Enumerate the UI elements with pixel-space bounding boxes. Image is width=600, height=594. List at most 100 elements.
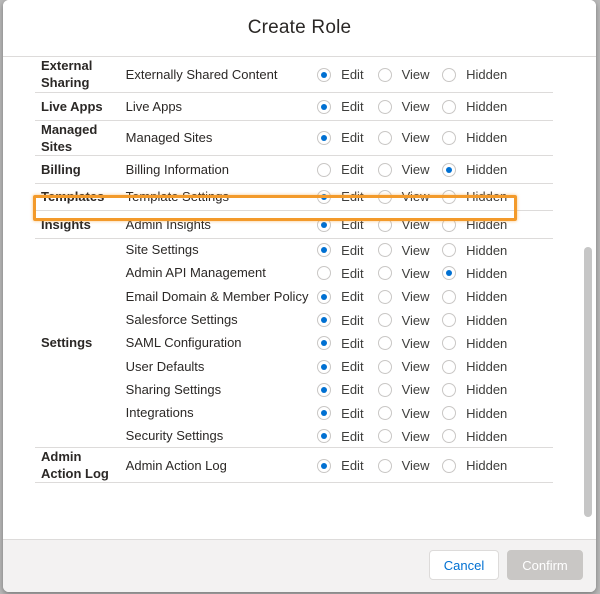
- view-radio[interactable]: [377, 289, 392, 304]
- edit-radio[interactable]: [317, 131, 332, 146]
- view-option[interactable]: View: [377, 210, 443, 239]
- view-option[interactable]: View: [377, 331, 442, 354]
- edit-option[interactable]: Edit: [317, 354, 377, 377]
- edit-radio[interactable]: [317, 266, 332, 281]
- view-radio[interactable]: [377, 458, 392, 473]
- edit-option[interactable]: Edit: [317, 261, 377, 284]
- edit-radio[interactable]: [317, 289, 332, 304]
- edit-option[interactable]: Edit: [317, 183, 378, 211]
- view-radio[interactable]: [377, 359, 392, 374]
- view-radio[interactable]: [377, 131, 392, 146]
- edit-radio[interactable]: [317, 429, 332, 444]
- view-radio[interactable]: [377, 406, 392, 421]
- hidden-option[interactable]: Hidden: [442, 447, 553, 484]
- edit-radio[interactable]: [317, 458, 332, 473]
- view-option[interactable]: View: [377, 447, 443, 484]
- hidden-option[interactable]: Hidden: [442, 120, 553, 156]
- hidden-option[interactable]: Hidden: [442, 155, 553, 184]
- view-option[interactable]: View: [377, 238, 442, 261]
- hidden-option[interactable]: Hidden: [442, 183, 553, 211]
- hidden-radio[interactable]: [442, 359, 457, 374]
- view-radio[interactable]: [377, 190, 392, 205]
- view-option[interactable]: View: [377, 424, 443, 449]
- view-option[interactable]: View: [377, 155, 443, 184]
- view-option[interactable]: View: [377, 261, 442, 284]
- hidden-radio[interactable]: [442, 99, 457, 114]
- edit-option[interactable]: Edit: [317, 331, 377, 354]
- cancel-button[interactable]: Cancel: [429, 550, 499, 580]
- scrollbar[interactable]: [584, 57, 592, 540]
- edit-option[interactable]: Edit: [317, 401, 377, 424]
- hidden-radio[interactable]: [442, 162, 457, 177]
- edit-option[interactable]: Edit: [317, 120, 378, 156]
- edit-option[interactable]: Edit: [317, 285, 377, 308]
- view-radio[interactable]: [377, 99, 392, 114]
- edit-radio[interactable]: [317, 243, 332, 258]
- view-option[interactable]: View: [377, 57, 443, 93]
- hidden-option[interactable]: Hidden: [442, 354, 553, 377]
- view-option[interactable]: View: [377, 285, 442, 308]
- view-radio[interactable]: [377, 382, 392, 397]
- edit-radio[interactable]: [317, 217, 332, 232]
- edit-option[interactable]: Edit: [317, 424, 378, 449]
- view-option[interactable]: View: [377, 308, 442, 331]
- view-option[interactable]: View: [377, 183, 443, 211]
- view-radio[interactable]: [377, 217, 392, 232]
- view-radio[interactable]: [377, 67, 392, 82]
- view-radio[interactable]: [377, 336, 392, 351]
- hidden-option[interactable]: Hidden: [442, 331, 553, 354]
- view-option[interactable]: View: [377, 92, 443, 121]
- edit-radio[interactable]: [317, 406, 332, 421]
- edit-option[interactable]: Edit: [317, 447, 378, 484]
- scrollbar-thumb[interactable]: [584, 247, 592, 517]
- edit-radio[interactable]: [317, 67, 332, 82]
- edit-option[interactable]: Edit: [317, 210, 378, 239]
- edit-option[interactable]: Edit: [317, 378, 377, 401]
- modal-body[interactable]: External Sharing Externally Shared Conten…: [3, 57, 596, 540]
- hidden-option[interactable]: Hidden: [442, 401, 553, 424]
- hidden-option[interactable]: Hidden: [442, 261, 553, 284]
- view-radio[interactable]: [377, 162, 392, 177]
- hidden-radio[interactable]: [442, 266, 457, 281]
- hidden-radio[interactable]: [442, 313, 457, 328]
- edit-option[interactable]: Edit: [317, 308, 377, 331]
- hidden-option[interactable]: Hidden: [442, 238, 553, 261]
- hidden-radio[interactable]: [442, 67, 457, 82]
- edit-option[interactable]: Edit: [317, 238, 377, 261]
- view-radio[interactable]: [377, 429, 392, 444]
- hidden-radio[interactable]: [442, 382, 457, 397]
- view-option[interactable]: View: [377, 401, 442, 424]
- edit-radio[interactable]: [317, 99, 332, 114]
- edit-option[interactable]: Edit: [317, 57, 378, 93]
- hidden-radio[interactable]: [442, 289, 457, 304]
- hidden-radio[interactable]: [442, 243, 457, 258]
- edit-option[interactable]: Edit: [317, 92, 378, 121]
- view-radio[interactable]: [377, 313, 392, 328]
- edit-radio[interactable]: [317, 382, 332, 397]
- view-option[interactable]: View: [377, 354, 442, 377]
- edit-radio[interactable]: [317, 162, 332, 177]
- edit-radio[interactable]: [317, 313, 332, 328]
- hidden-radio[interactable]: [442, 131, 457, 146]
- edit-radio[interactable]: [317, 359, 332, 374]
- view-option[interactable]: View: [377, 120, 443, 156]
- hidden-radio[interactable]: [442, 458, 457, 473]
- hidden-option[interactable]: Hidden: [442, 285, 553, 308]
- hidden-radio[interactable]: [442, 406, 457, 421]
- view-radio[interactable]: [377, 243, 392, 258]
- hidden-option[interactable]: Hidden: [442, 424, 553, 449]
- edit-option[interactable]: Edit: [317, 155, 378, 184]
- hidden-radio[interactable]: [442, 429, 457, 444]
- edit-radio[interactable]: [317, 336, 332, 351]
- hidden-radio[interactable]: [442, 336, 457, 351]
- hidden-option[interactable]: Hidden: [442, 378, 553, 401]
- hidden-option[interactable]: Hidden: [442, 57, 553, 93]
- hidden-radio[interactable]: [442, 217, 457, 232]
- hidden-radio[interactable]: [442, 190, 457, 205]
- hidden-option[interactable]: Hidden: [442, 210, 553, 239]
- view-option[interactable]: View: [377, 378, 442, 401]
- confirm-button[interactable]: Confirm: [507, 550, 583, 580]
- view-radio[interactable]: [377, 266, 392, 281]
- hidden-option[interactable]: Hidden: [442, 308, 553, 331]
- hidden-option[interactable]: Hidden: [442, 92, 553, 121]
